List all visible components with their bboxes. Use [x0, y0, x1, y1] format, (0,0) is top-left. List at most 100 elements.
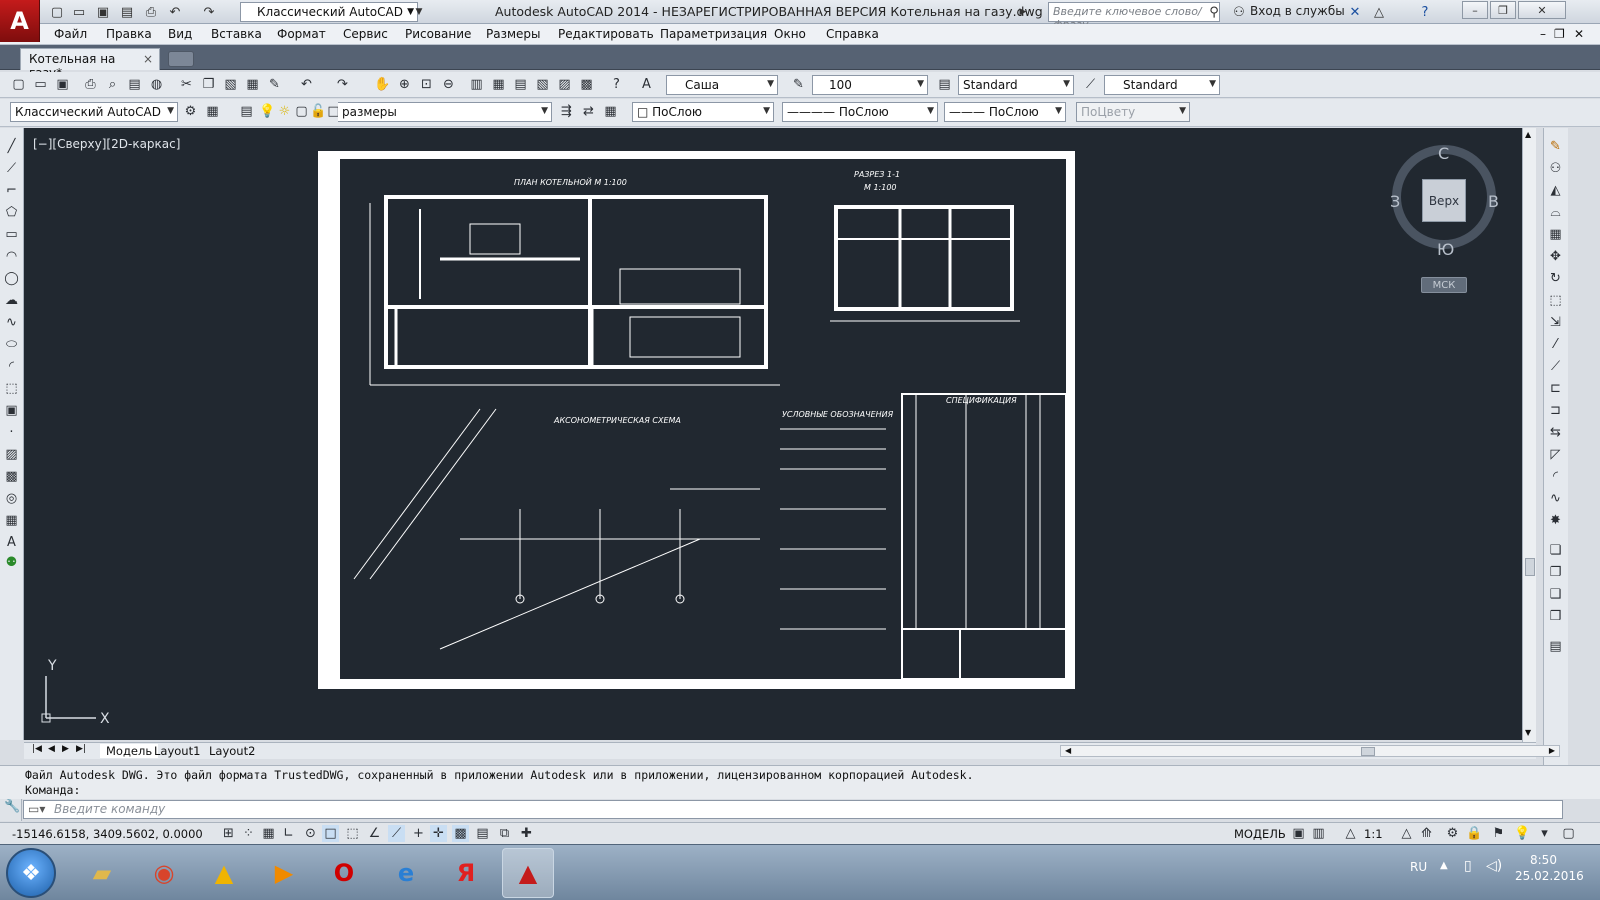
object-snap-tracking-icon[interactable]: ∠	[366, 825, 383, 842]
make-block-icon[interactable]: ▣	[3, 402, 20, 419]
sheet-set-icon[interactable]: ▧	[534, 76, 551, 93]
mirror-icon[interactable]: ◭	[1547, 182, 1564, 199]
battery-icon[interactable]: ▯	[1464, 858, 1472, 874]
compass-west[interactable]: З	[1390, 192, 1400, 211]
ucs-menu-button[interactable]: МСК	[1421, 277, 1467, 293]
menu-edit[interactable]: Правка	[106, 27, 152, 41]
redo-icon[interactable]: ↷	[200, 3, 218, 21]
plot-icon[interactable]: ⎙	[82, 76, 99, 93]
open-icon[interactable]: ▭	[70, 3, 88, 21]
menu-format[interactable]: Формат	[277, 27, 326, 41]
point-icon[interactable]: ·	[3, 424, 20, 441]
volume-icon[interactable]: ◁)	[1486, 858, 1502, 874]
search-input[interactable]: Введите ключевое слово/фразу	[1048, 2, 1220, 31]
command-input[interactable]: ▭▾ Введите команду	[23, 800, 1563, 819]
menu-insert[interactable]: Вставка	[211, 27, 262, 41]
multiline-text-icon[interactable]: A	[3, 534, 20, 551]
snap-mode-icon[interactable]: ⁘	[240, 825, 257, 842]
design-center-icon[interactable]: ▦	[490, 76, 507, 93]
ie-taskbar-button[interactable]: e	[380, 848, 432, 898]
layer-select[interactable]: размеры ▼	[338, 102, 552, 122]
break-icon[interactable]: ⊐	[1547, 402, 1564, 419]
undo-icon[interactable]: ↶	[166, 3, 184, 21]
extend-icon[interactable]: ⟋	[1547, 358, 1564, 375]
maximize-button[interactable]: ❐	[1490, 1, 1516, 19]
dim-style-icon[interactable]: ✎	[790, 76, 807, 93]
compass-east[interactable]: В	[1488, 192, 1499, 211]
start-button[interactable]: ❖	[6, 848, 56, 898]
transparency-icon[interactable]: ▩	[452, 825, 469, 842]
doc-close-icon[interactable]: ✕	[1574, 27, 1584, 41]
binoculars-icon[interactable]: ⚲	[1205, 3, 1223, 21]
quick-properties-icon[interactable]: ▤	[474, 825, 491, 842]
lock-ui-icon[interactable]: 🔒	[1466, 825, 1483, 842]
undo-icon[interactable]: ↶	[298, 76, 315, 93]
tab-layout1[interactable]: Layout1	[154, 744, 200, 758]
hardware-acceleration-icon[interactable]: ⚑	[1490, 825, 1507, 842]
chrome-taskbar-button[interactable]: ◉	[138, 848, 190, 898]
save-icon[interactable]: ▣	[94, 3, 112, 21]
break-at-point-icon[interactable]: ⊏	[1547, 380, 1564, 397]
text-style-icon[interactable]: A	[638, 76, 655, 93]
text-style-select[interactable]: Саша ▼	[666, 75, 778, 95]
cursor-coordinates[interactable]: -15146.6158, 3409.5602, 0.0000	[12, 827, 203, 841]
explorer-taskbar-button[interactable]: ▰	[76, 848, 128, 898]
layer-viewport-icon[interactable]: ▢	[293, 103, 310, 120]
bring-above-icon[interactable]: ❒	[1547, 608, 1564, 625]
isolate-objects-icon[interactable]: 💡	[1514, 825, 1531, 842]
add-selected-icon[interactable]: ⚉	[3, 554, 20, 571]
copy-object-icon[interactable]: ⚇	[1547, 160, 1564, 177]
erase-icon[interactable]: ✎	[1547, 138, 1564, 155]
save-icon[interactable]: ▣	[54, 76, 71, 93]
ellipse-icon[interactable]: ⬭	[3, 336, 20, 353]
minimize-button[interactable]: –	[1462, 1, 1488, 19]
close-tab-icon[interactable]: ×	[143, 52, 153, 66]
blend-curves-icon[interactable]: ∿	[1547, 490, 1564, 507]
annotation-visibility-icon[interactable]: △	[1398, 825, 1415, 842]
workspace-switching-icon[interactable]: ⚙	[1444, 825, 1461, 842]
arc-icon[interactable]: ◠	[3, 248, 20, 265]
prev-layout-icon[interactable]: ◀	[48, 744, 55, 754]
workspace-settings-icon[interactable]: ⚙	[182, 103, 199, 120]
make-layer-current-icon[interactable]: ⇶	[558, 103, 575, 120]
workspace-combo[interactable]: Классический AutoCAD ▼	[10, 102, 178, 122]
new-tab-button[interactable]	[168, 51, 194, 67]
new-icon[interactable]: ▢	[10, 76, 27, 93]
cut-icon[interactable]: ✂	[178, 76, 195, 93]
sign-in-link[interactable]: Вход в службы	[1250, 4, 1345, 18]
chamfer-icon[interactable]: ◸	[1547, 446, 1564, 463]
polar-tracking-icon[interactable]: ⊙	[302, 825, 319, 842]
next-layout-icon[interactable]: ▶	[62, 744, 69, 754]
polyline-icon[interactable]: ⌐	[3, 182, 20, 199]
offset-icon[interactable]: ⌓	[1547, 204, 1564, 221]
rectangle-icon[interactable]: ▭	[3, 226, 20, 243]
color-select[interactable]: □ ПоСлою ▼	[632, 102, 774, 122]
object-snap-icon[interactable]: □	[322, 825, 339, 842]
doc-minimize-icon[interactable]: –	[1540, 27, 1546, 41]
rotate-icon[interactable]: ↻	[1547, 270, 1564, 287]
layer-previous-icon[interactable]: ⇄	[580, 103, 597, 120]
ellipse-arc-icon[interactable]: ◜	[3, 358, 20, 375]
drawing-canvas[interactable]: [−][Сверху][2D-каркас] ПЛАН КОТЕЛЬНОЙ М …	[24, 128, 1536, 740]
table-icon[interactable]: ▦	[3, 512, 20, 529]
media-player-taskbar-button[interactable]: ▶	[258, 848, 310, 898]
construction-line-icon[interactable]: ⟋	[3, 160, 20, 177]
spline-icon[interactable]: ∿	[3, 314, 20, 331]
multileader-style-icon[interactable]: ⟋	[1082, 76, 1099, 93]
opera-taskbar-button[interactable]: O	[318, 848, 370, 898]
annotation-scale-value[interactable]: 1:1	[1364, 827, 1383, 841]
properties-icon[interactable]: ▥	[468, 76, 485, 93]
application-menu-button[interactable]: A	[0, 0, 40, 42]
redo-icon[interactable]: ↷	[334, 76, 351, 93]
quick-access-customize-icon[interactable]: ▼	[410, 3, 428, 21]
copy-icon[interactable]: ❐	[200, 76, 217, 93]
vertical-scrollbar[interactable]: ▲ ▼	[1522, 128, 1536, 742]
markup-icon[interactable]: ▨	[556, 76, 573, 93]
viewcube-top-face[interactable]: Верх	[1422, 179, 1466, 222]
close-button[interactable]: ✕	[1518, 1, 1566, 19]
scroll-up-icon[interactable]: ▲	[1525, 130, 1531, 139]
polygon-icon[interactable]: ⬠	[3, 204, 20, 221]
plot-preview-icon[interactable]: ⌕	[104, 76, 121, 93]
customize-command-icon[interactable]: 🔧	[4, 799, 20, 814]
clock-time[interactable]: 8:50	[1530, 853, 1557, 867]
